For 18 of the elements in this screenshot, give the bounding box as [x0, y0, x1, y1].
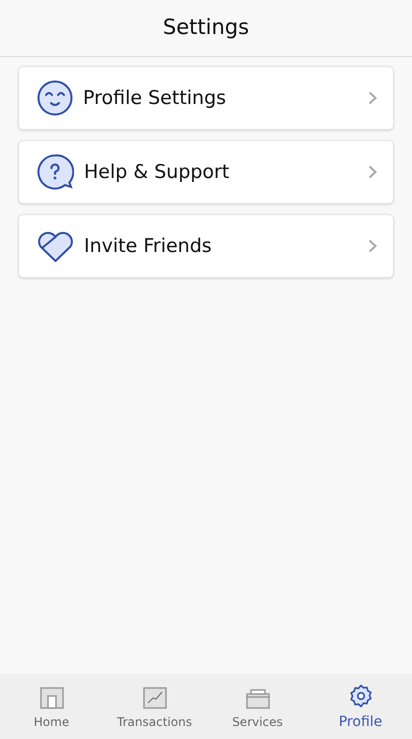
- smile-icon: [37, 80, 73, 116]
- chevron-icon: [368, 165, 377, 179]
- settings-item[interactable]: Help & Support: [18, 140, 394, 204]
- tab[interactable]: Home: [0, 674, 103, 739]
- heart-icon: [37, 230, 74, 262]
- chart-icon: [142, 686, 166, 708]
- settings-icon: [348, 684, 372, 708]
- page-title: Settings: [162, 14, 250, 42]
- settings-item[interactable]: Invite Friends: [18, 214, 394, 278]
- tab[interactable]: Transactions: [103, 674, 206, 739]
- home-icon: [40, 686, 64, 708]
- toolbox-icon: [244, 686, 270, 708]
- tab[interactable]: Profile: [309, 674, 412, 739]
- chevron-icon: [368, 239, 377, 253]
- chevron-icon: [368, 91, 377, 105]
- help-icon: [37, 154, 74, 190]
- settings-item[interactable]: Profile Settings: [18, 66, 394, 130]
- tab[interactable]: Services: [206, 674, 309, 739]
